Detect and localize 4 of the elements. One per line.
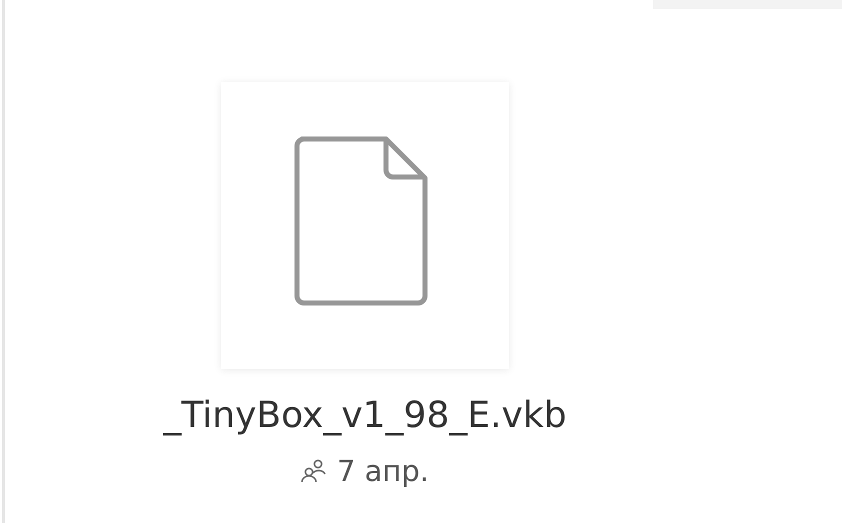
file-name[interactable]: _TinyBox_v1_98_E.vkb	[163, 395, 567, 436]
document-icon	[294, 136, 428, 306]
modified-date: 7 апр.	[336, 454, 430, 488]
file-thumbnail[interactable]	[221, 82, 509, 369]
